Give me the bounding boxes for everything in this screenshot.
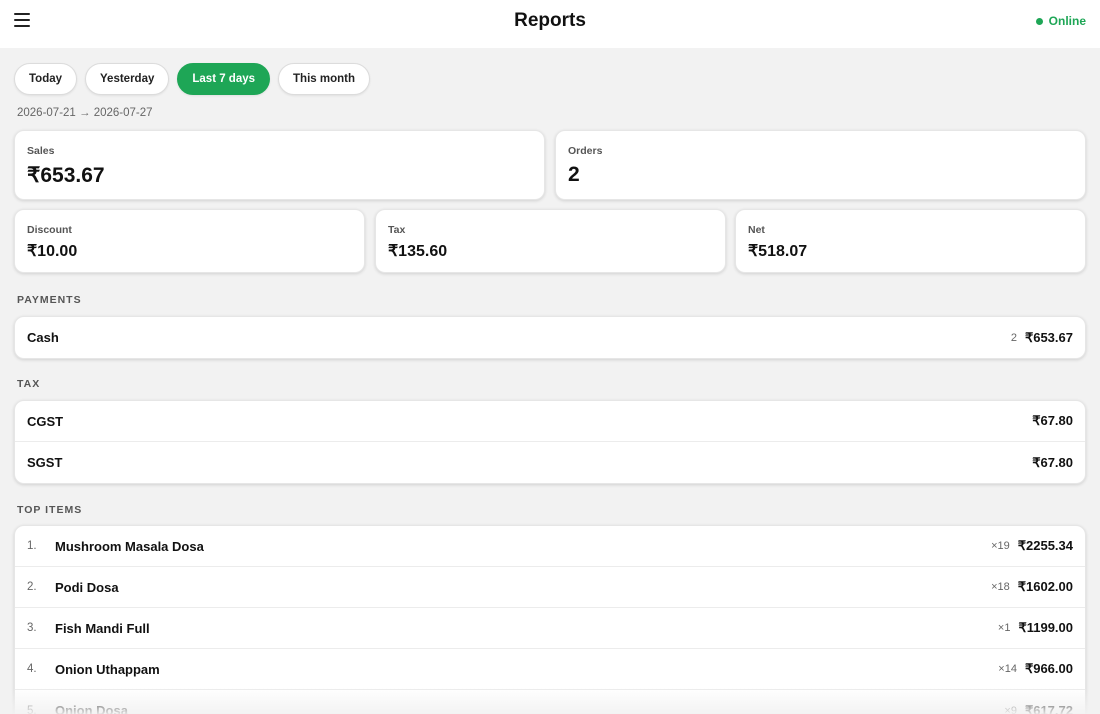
top-items-section-title: TOP ITEMS bbox=[17, 504, 83, 516]
item-amount: ₹966.00 bbox=[1024, 661, 1073, 676]
item-rank: 5. bbox=[27, 704, 37, 714]
tax-name: CGST bbox=[27, 413, 64, 429]
tax-amount: ₹67.80 bbox=[1032, 454, 1073, 470]
top-item-row[interactable]: 1. Mushroom Masala Dosa ×19 ₹2255.34 bbox=[15, 526, 1085, 567]
filter-this-month[interactable]: This month bbox=[278, 63, 370, 95]
top-item-row[interactable]: 2. Podi Dosa ×18 ₹1602.00 bbox=[15, 567, 1085, 608]
tax-value: ₹135.60 bbox=[388, 243, 448, 260]
date-filter-chips: Today Yesterday Last 7 days This month bbox=[14, 63, 370, 95]
discount-card: Discount ₹10.00 bbox=[14, 209, 365, 273]
item-rank: 1. bbox=[27, 540, 37, 552]
sales-value: ₹653.67 bbox=[27, 164, 105, 187]
filter-last-7-days[interactable]: Last 7 days bbox=[177, 63, 271, 95]
tax-section-title: TAX bbox=[17, 378, 41, 390]
item-rank: 3. bbox=[27, 622, 37, 634]
filter-today[interactable]: Today bbox=[14, 63, 78, 95]
payment-amount: ₹653.67 bbox=[1024, 329, 1073, 345]
payment-row-cash[interactable]: Cash 2 ₹653.67 bbox=[15, 317, 1085, 358]
item-rank: 2. bbox=[27, 581, 37, 593]
orders-value: 2 bbox=[568, 163, 580, 186]
top-items-list: 1. Mushroom Masala Dosa ×19 ₹2255.34 2. … bbox=[14, 525, 1086, 714]
page-title: Reports bbox=[514, 10, 586, 31]
date-range-label: 2026-07-21 → 2026-07-27 bbox=[17, 107, 153, 119]
sales-label: Sales bbox=[27, 145, 55, 157]
item-rank: 4. bbox=[27, 663, 37, 675]
orders-label: Orders bbox=[568, 145, 603, 157]
tax-amount: ₹67.80 bbox=[1032, 413, 1073, 428]
payment-count: 2 bbox=[1010, 331, 1017, 344]
item-name: Fish Mandi Full bbox=[55, 620, 150, 636]
item-quantity: ×18 bbox=[991, 581, 1010, 593]
item-name: Onion Dosa bbox=[55, 703, 128, 714]
item-name: Podi Dosa bbox=[55, 579, 119, 595]
item-quantity: ×14 bbox=[998, 663, 1017, 675]
payments-list: Cash 2 ₹653.67 bbox=[14, 316, 1086, 359]
discount-value: ₹10.00 bbox=[27, 243, 78, 260]
payments-section-title: PAYMENTS bbox=[17, 294, 82, 306]
tax-name: SGST bbox=[27, 455, 63, 470]
item-amount: ₹617.72 bbox=[1024, 702, 1073, 714]
tax-list: CGST ₹67.80 SGST ₹67.80 bbox=[14, 400, 1086, 484]
orders-card: Orders 2 bbox=[555, 130, 1086, 200]
tax-card: Tax ₹135.60 bbox=[375, 209, 726, 273]
status-dot-icon bbox=[1035, 17, 1043, 25]
item-amount: ₹1602.00 bbox=[1017, 579, 1073, 594]
tax-label: Tax bbox=[388, 224, 406, 236]
status-label: Online bbox=[1048, 14, 1086, 28]
item-quantity: ×9 bbox=[1004, 704, 1017, 714]
sales-card: Sales ₹653.67 bbox=[14, 130, 545, 200]
net-card: Net ₹518.07 bbox=[735, 209, 1086, 273]
top-item-row[interactable]: 3. Fish Mandi Full ×1 ₹1199.00 bbox=[15, 608, 1085, 649]
item-quantity: ×19 bbox=[991, 540, 1010, 552]
connection-status: Online bbox=[1035, 14, 1086, 28]
top-bar: Reports Online bbox=[0, 0, 1100, 48]
item-amount: ₹1199.00 bbox=[1018, 620, 1073, 635]
net-value: ₹518.07 bbox=[748, 243, 808, 260]
top-item-row[interactable]: 5. Onion Dosa ×9 ₹617.72 bbox=[15, 690, 1085, 714]
tax-row-cgst: CGST ₹67.80 bbox=[15, 401, 1085, 442]
net-label: Net bbox=[748, 224, 765, 236]
item-quantity: ×1 bbox=[997, 622, 1011, 634]
discount-label: Discount bbox=[27, 224, 72, 236]
tax-row-sgst: SGST ₹67.80 bbox=[15, 442, 1085, 483]
payment-method-name: Cash bbox=[27, 330, 59, 345]
item-name: Mushroom Masala Dosa bbox=[55, 538, 204, 554]
filter-yesterday[interactable]: Yesterday bbox=[85, 63, 170, 95]
item-name: Onion Uthappam bbox=[55, 661, 160, 677]
top-item-row[interactable]: 4. Onion Uthappam ×14 ₹966.00 bbox=[15, 649, 1085, 690]
item-amount: ₹2255.34 bbox=[1017, 538, 1073, 553]
